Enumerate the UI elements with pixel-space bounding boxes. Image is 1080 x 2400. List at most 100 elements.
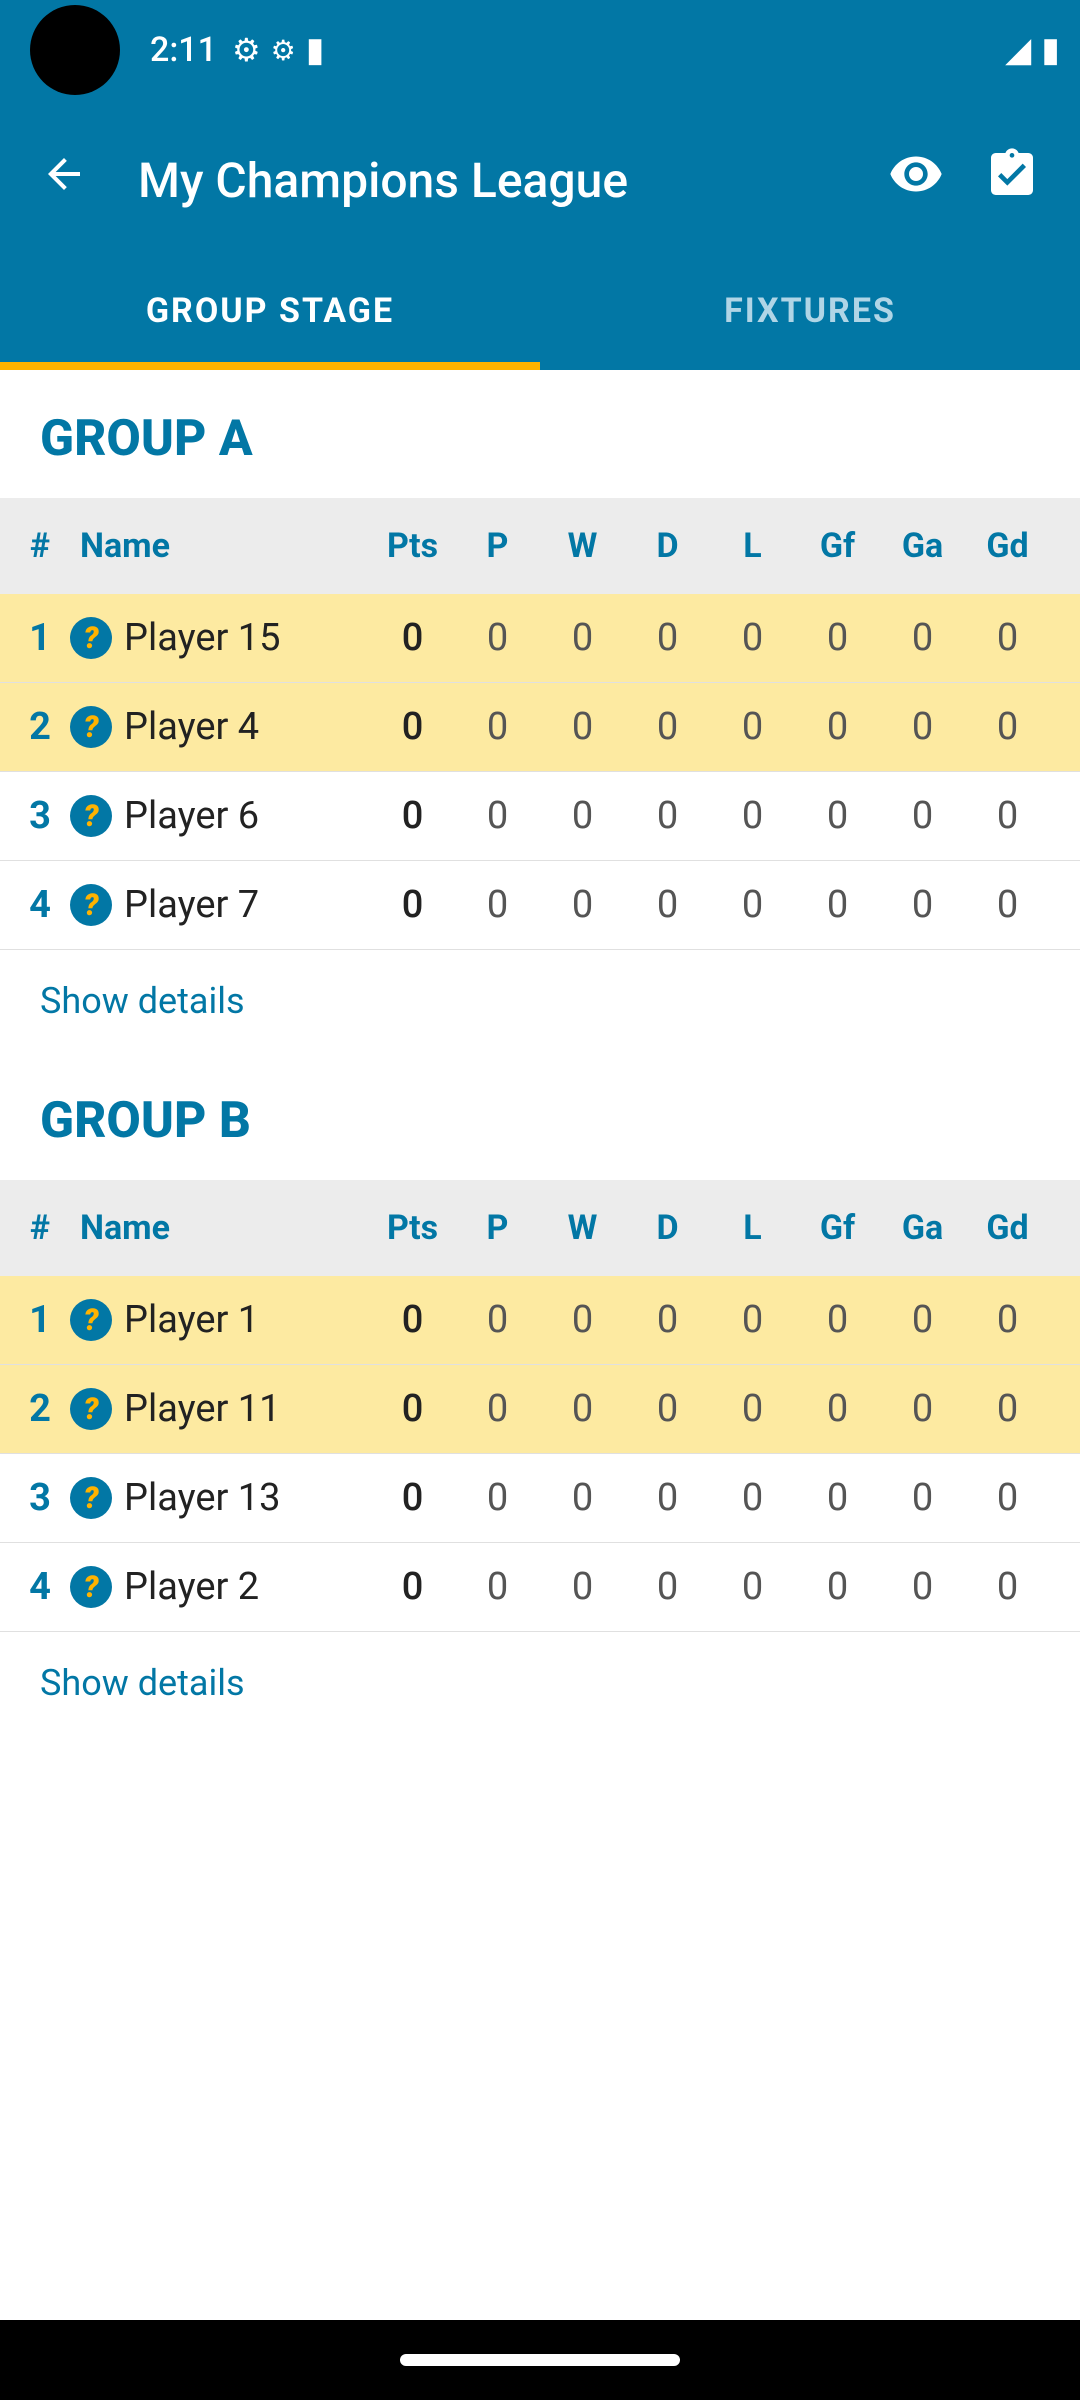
header-gd[interactable]: Gd (965, 526, 1050, 566)
pts-cell: 0 (370, 616, 455, 660)
table-row[interactable]: 4?Player 200000000 (0, 1543, 1080, 1632)
ga-cell: 0 (880, 794, 965, 838)
visibility-button[interactable] (868, 126, 964, 234)
ga-cell: 0 (880, 883, 965, 927)
d-cell: 0 (625, 1387, 710, 1431)
table-row[interactable]: 1?Player 100000000 (0, 1276, 1080, 1365)
l-cell: 0 (710, 616, 795, 660)
show-details-link[interactable]: Show details (0, 950, 1080, 1052)
system-nav-bar[interactable] (0, 2320, 1080, 2400)
gear-small-icon: ⚙ (271, 34, 296, 67)
w-cell: 0 (540, 794, 625, 838)
signal-icon: ◢ (1005, 30, 1031, 70)
header-name[interactable]: Name (70, 526, 370, 566)
back-button[interactable] (20, 130, 108, 231)
rank-cell: 3 (10, 1476, 70, 1520)
table-row[interactable]: 2?Player 400000000 (0, 683, 1080, 772)
header-w[interactable]: W (540, 1208, 625, 1248)
d-cell: 0 (625, 1476, 710, 1520)
header-rank[interactable]: # (10, 526, 70, 566)
d-cell: 0 (625, 794, 710, 838)
tab-bar: GROUP STAGE FIXTURES (0, 260, 1080, 370)
p-cell: 0 (455, 794, 540, 838)
header-gf[interactable]: Gf (795, 526, 880, 566)
name-cell: ? Player 11 (70, 1387, 370, 1431)
rank-cell: 2 (10, 1387, 70, 1431)
checklist-button[interactable] (964, 126, 1060, 234)
d-cell: 0 (625, 616, 710, 660)
gf-cell: 0 (795, 1387, 880, 1431)
name-cell: ?Player 13 (70, 1476, 370, 1520)
tab-group-stage[interactable]: GROUP STAGE (0, 260, 540, 370)
p-cell: 0 (455, 1476, 540, 1520)
pts-cell: 0 (370, 1565, 455, 1609)
gd-cell: 0 (965, 1565, 1050, 1609)
sim-icon: ▮ (306, 30, 325, 70)
w-cell: 0 (540, 616, 625, 660)
player-name: Player 11 (124, 1387, 281, 1431)
header-pts[interactable]: Pts (370, 1208, 455, 1248)
w-cell: 0 (540, 1387, 625, 1431)
header-l[interactable]: L (710, 1208, 795, 1248)
table-row[interactable]: 2?Player 1100000000 (0, 1365, 1080, 1454)
header-ga[interactable]: Ga (880, 526, 965, 566)
header-p[interactable]: P (455, 526, 540, 566)
name-cell: ?Player 6 (70, 794, 370, 838)
l-cell: 0 (710, 883, 795, 927)
rank-cell: 4 (10, 1565, 70, 1609)
gf-cell: 0 (795, 1298, 880, 1342)
p-cell: 0 (455, 1298, 540, 1342)
name-cell: ?Player 2 (70, 1565, 370, 1609)
nav-pill-icon (400, 2354, 680, 2366)
question-badge-icon: ? (70, 1388, 112, 1430)
table-row[interactable]: 1?Player 1500000000 (0, 594, 1080, 683)
header-p[interactable]: P (455, 1208, 540, 1248)
p-cell: 0 (455, 705, 540, 749)
pts-cell: 0 (370, 1387, 455, 1431)
table-row[interactable]: 4?Player 700000000 (0, 861, 1080, 950)
table-header: #NamePtsPWDLGfGaGd (0, 1180, 1080, 1276)
w-cell: 0 (540, 1565, 625, 1609)
status-time: 2:11 (150, 30, 217, 70)
header-l[interactable]: L (710, 526, 795, 566)
pts-cell: 0 (370, 1298, 455, 1342)
content-area[interactable]: GROUP A#NamePtsPWDLGfGaGd1?Player 150000… (0, 370, 1080, 2320)
ga-cell: 0 (880, 705, 965, 749)
tab-fixtures[interactable]: FIXTURES (540, 260, 1080, 370)
battery-icon: ▮ (1041, 30, 1060, 70)
name-cell: ?Player 7 (70, 883, 370, 927)
question-badge-icon: ? (70, 706, 112, 748)
d-cell: 0 (625, 883, 710, 927)
header-name[interactable]: Name (70, 1208, 370, 1248)
question-badge-icon: ? (70, 795, 112, 837)
rank-cell: 4 (10, 883, 70, 927)
player-name: Player 2 (124, 1565, 259, 1609)
pts-cell: 0 (370, 1476, 455, 1520)
arrow-left-icon (40, 150, 88, 198)
header-d[interactable]: D (625, 1208, 710, 1248)
header-gd[interactable]: Gd (965, 1208, 1050, 1248)
question-badge-icon: ? (70, 617, 112, 659)
pts-cell: 0 (370, 883, 455, 927)
ga-cell: 0 (880, 1298, 965, 1342)
ga-cell: 0 (880, 1476, 965, 1520)
header-gf[interactable]: Gf (795, 1208, 880, 1248)
gd-cell: 0 (965, 1387, 1050, 1431)
name-cell: ?Player 1 (70, 1298, 370, 1342)
gd-cell: 0 (965, 883, 1050, 927)
table-row[interactable]: 3?Player 600000000 (0, 772, 1080, 861)
header-rank[interactable]: # (10, 1208, 70, 1248)
table-row[interactable]: 3?Player 1300000000 (0, 1454, 1080, 1543)
header-d[interactable]: D (625, 526, 710, 566)
show-details-link[interactable]: Show details (0, 1632, 1080, 1734)
header-w[interactable]: W (540, 526, 625, 566)
l-cell: 0 (710, 1476, 795, 1520)
header-ga[interactable]: Ga (880, 1208, 965, 1248)
w-cell: 0 (540, 1476, 625, 1520)
p-cell: 0 (455, 1387, 540, 1431)
gd-cell: 0 (965, 1476, 1050, 1520)
table-header: #NamePtsPWDLGfGaGd (0, 498, 1080, 594)
rank-cell: 1 (10, 616, 70, 660)
header-pts[interactable]: Pts (370, 526, 455, 566)
gf-cell: 0 (795, 794, 880, 838)
